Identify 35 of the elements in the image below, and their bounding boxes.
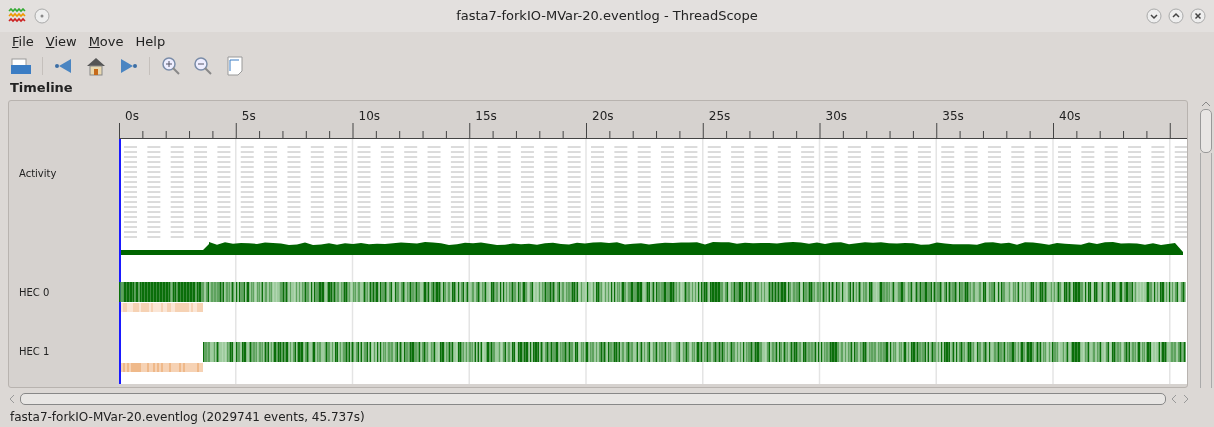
zoom-in-icon[interactable] [160,55,182,77]
track-label: HEC 1 [19,346,50,357]
home-icon[interactable] [85,55,107,77]
close-icon[interactable] [1190,8,1206,24]
tick-label: 0s [125,108,139,125]
app-logo-icon [8,8,26,24]
tick-label: 15s [475,108,497,125]
menu-item[interactable]: File [8,32,38,52]
window-title: fasta7-forkIO-MVar-20.eventlog - ThreadScope [456,7,758,26]
menu-item[interactable]: Move [84,32,128,52]
minimize-icon[interactable] [1146,8,1162,24]
fit-page-icon[interactable] [224,55,246,77]
pin-icon[interactable] [34,8,50,24]
tick-label: 20s [592,108,614,125]
section-title: Timeline [9,80,74,96]
maximize-icon[interactable] [1168,8,1184,24]
scroll-left-icon[interactable] [8,394,16,404]
track-label: HEC 0 [19,287,50,298]
scrollbar-thumb[interactable] [1200,109,1212,153]
scroll-arrows-icon[interactable] [1170,394,1190,404]
tick-label: 5s [241,108,256,125]
status-bar-text: fasta7-forkIO-MVar-20.eventlog (2029741 events, 45.737s) [10,409,365,426]
menu-item[interactable]: Help [131,32,170,52]
horizontal-scrollbar-thumb[interactable] [20,393,1166,405]
tick-label: 30s [825,108,848,125]
zoom-out-icon[interactable] [192,55,214,77]
tick-label: 40s [1059,108,1081,125]
scroll-up-icon[interactable] [1201,100,1211,107]
vertical-scrollbar[interactable] [1198,100,1214,388]
track-label: Activity [19,168,57,179]
open-folder-icon[interactable] [10,55,32,77]
tick-label: 35s [942,108,964,125]
menu-item[interactable]: View [41,32,81,52]
tick-label: 10s [358,108,381,125]
tick-label: 25s [708,108,731,125]
